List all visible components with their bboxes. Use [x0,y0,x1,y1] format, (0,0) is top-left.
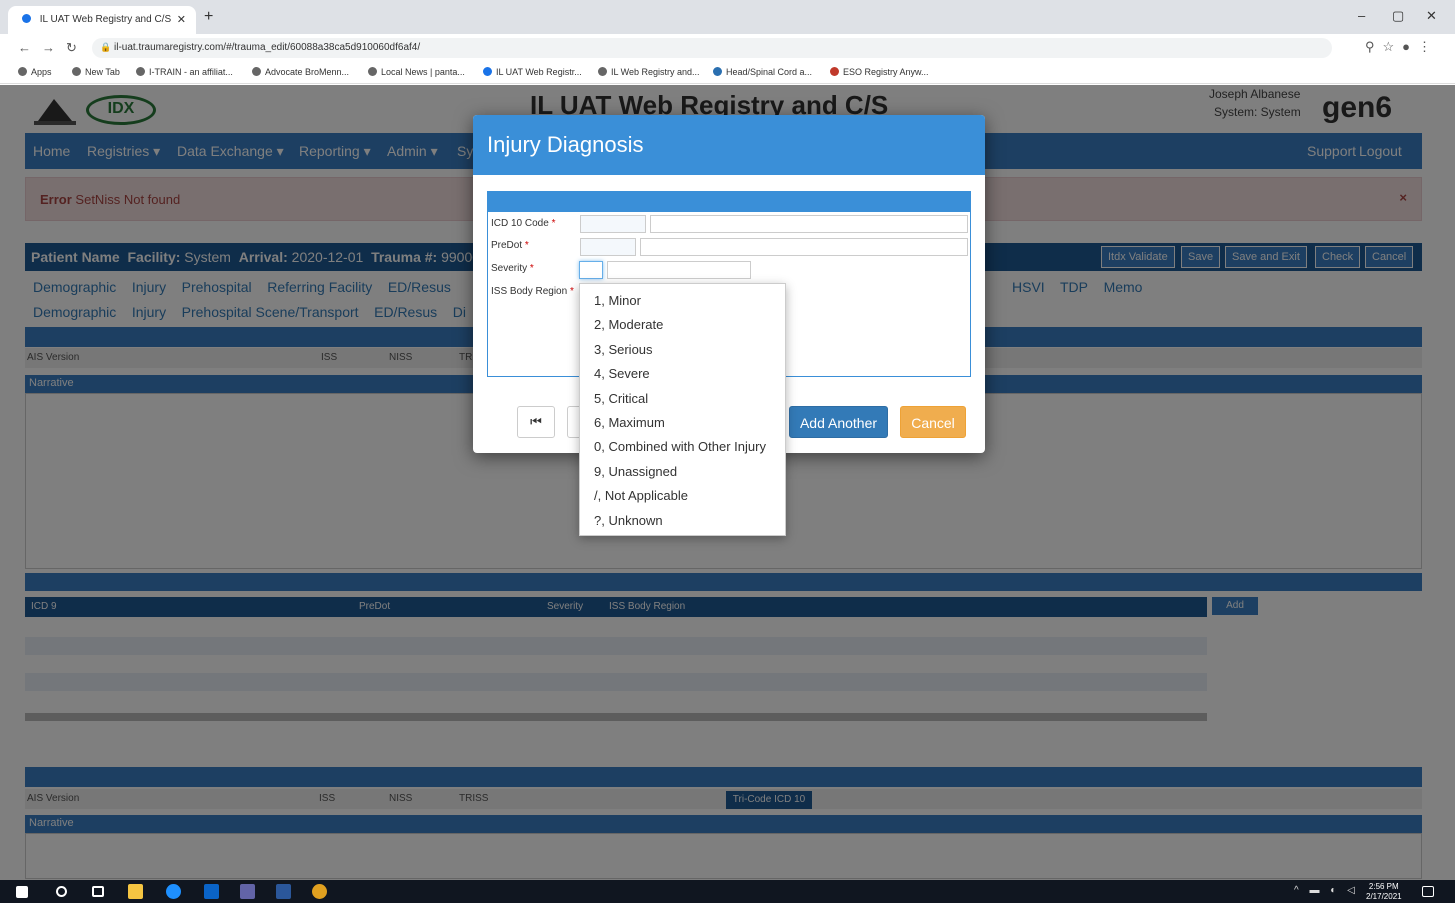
apps-icon [18,67,27,76]
globe-icon [72,67,81,76]
task-view-icon[interactable] [92,886,104,897]
url-text: il-uat.traumaregistry.com/#/trauma_edit/… [114,42,421,53]
icd10-code-input[interactable] [580,215,646,233]
reload-icon[interactable]: ↻ [66,40,77,56]
word-icon[interactable] [276,884,291,899]
globe-icon [830,67,839,76]
panel-header [488,192,970,212]
bookmark-item[interactable]: IL Web Registry and... [598,67,700,77]
bookmark-item[interactable]: Local News | panta... [368,67,465,77]
severity-option[interactable]: 0, Combined with Other Injury [580,434,785,458]
file-explorer-icon[interactable] [128,884,143,899]
severity-input[interactable] [579,261,603,279]
severity-option[interactable]: 2, Moderate [580,312,785,336]
severity-description-input[interactable] [607,261,751,279]
globe-icon [136,67,145,76]
tab-title: IL UAT Web Registry and C/S [39,14,172,25]
modal-cancel-button[interactable]: Cancel [900,406,966,438]
bookmark-item[interactable]: I-TRAIN - an affiliat... [136,67,233,77]
url-field[interactable]: 🔒 il-uat.traumaregistry.com/#/trauma_edi… [92,38,1332,58]
icd10-code-label: ICD 10 Code * [491,218,556,229]
globe-icon [598,67,607,76]
bookmark-apps[interactable]: Apps [18,67,52,77]
modal-title: Injury Diagnosis [473,115,985,175]
severity-label: Severity * [491,263,534,274]
outlook-icon[interactable] [204,884,219,899]
severity-option[interactable]: 4, Severe [580,361,785,385]
bookmarks-bar: Apps New Tab I-TRAIN - an affiliat... Ad… [0,62,1455,84]
favicon-icon [22,14,31,23]
close-tab-icon[interactable]: ✕ [177,13,186,26]
globe-icon [252,67,261,76]
severity-dropdown: 1, Minor 2, Moderate 3, Serious 4, Sever… [579,283,786,536]
teams-icon[interactable] [240,884,255,899]
icd10-description-input[interactable] [650,215,968,233]
globe-icon [368,67,377,76]
bookmark-item[interactable]: IL UAT Web Registr... [483,67,582,77]
severity-option[interactable]: 3, Serious [580,337,785,361]
predot-description-input[interactable] [640,238,968,256]
severity-option[interactable]: /, Not Applicable [580,483,785,507]
minimize-icon[interactable]: – [1358,8,1365,23]
system-tray[interactable]: ^ ▬ ◐ ◁ [1294,885,1359,896]
clock[interactable]: 2:56 PM 2/17/2021 [1366,882,1402,902]
severity-option[interactable]: 6, Maximum [580,410,785,434]
severity-option[interactable]: ?, Unknown [580,508,785,532]
close-window-icon[interactable]: ✕ [1426,8,1437,24]
search-icon[interactable] [56,886,67,897]
clock-date: 2/17/2021 [1366,892,1402,901]
browser-tab-bar: IL UAT Web Registry and C/S ✕ + – ▢ ✕ [0,0,1455,34]
iss-body-region-label: ISS Body Region * [491,286,574,297]
notifications-icon[interactable] [1422,886,1434,897]
bookmark-item[interactable]: ESO Registry Anyw... [830,67,929,77]
lock-icon: 🔒 [100,42,112,52]
predot-input[interactable] [580,238,636,256]
severity-option[interactable]: 1, Minor [580,288,785,312]
add-another-button[interactable]: Add Another [789,406,888,438]
forward-icon[interactable]: → [42,40,55,55]
globe-icon [713,67,722,76]
clock-time: 2:56 PM [1368,882,1399,891]
bookmark-item[interactable]: Head/Spinal Cord a... [713,67,812,77]
bookmark-item[interactable]: Advocate BroMenn... [252,67,349,77]
maximize-icon[interactable]: ▢ [1392,8,1404,24]
address-actions[interactable]: ⚲☆●⋮ [1365,39,1439,55]
predot-label: PreDot * [491,240,529,251]
browser-tab[interactable]: IL UAT Web Registry and C/S ✕ [8,6,196,34]
globe-icon [483,67,492,76]
chrome-icon[interactable] [312,884,327,899]
first-record-button[interactable]: ⏮ [517,406,555,438]
windows-start-icon[interactable] [16,886,28,898]
bookmark-item[interactable]: New Tab [72,67,120,77]
back-icon[interactable]: ← [18,40,31,55]
address-bar-row: ← → ↻ 🔒 il-uat.traumaregistry.com/#/trau… [0,34,1455,62]
new-tab-icon[interactable]: + [204,8,213,26]
os-taskbar: ^ ▬ ◐ ◁ 2:56 PM 2/17/2021 [0,880,1455,903]
edge-icon[interactable] [166,884,181,899]
severity-option[interactable]: 9, Unassigned [580,459,785,483]
severity-option[interactable]: 5, Critical [580,386,785,410]
